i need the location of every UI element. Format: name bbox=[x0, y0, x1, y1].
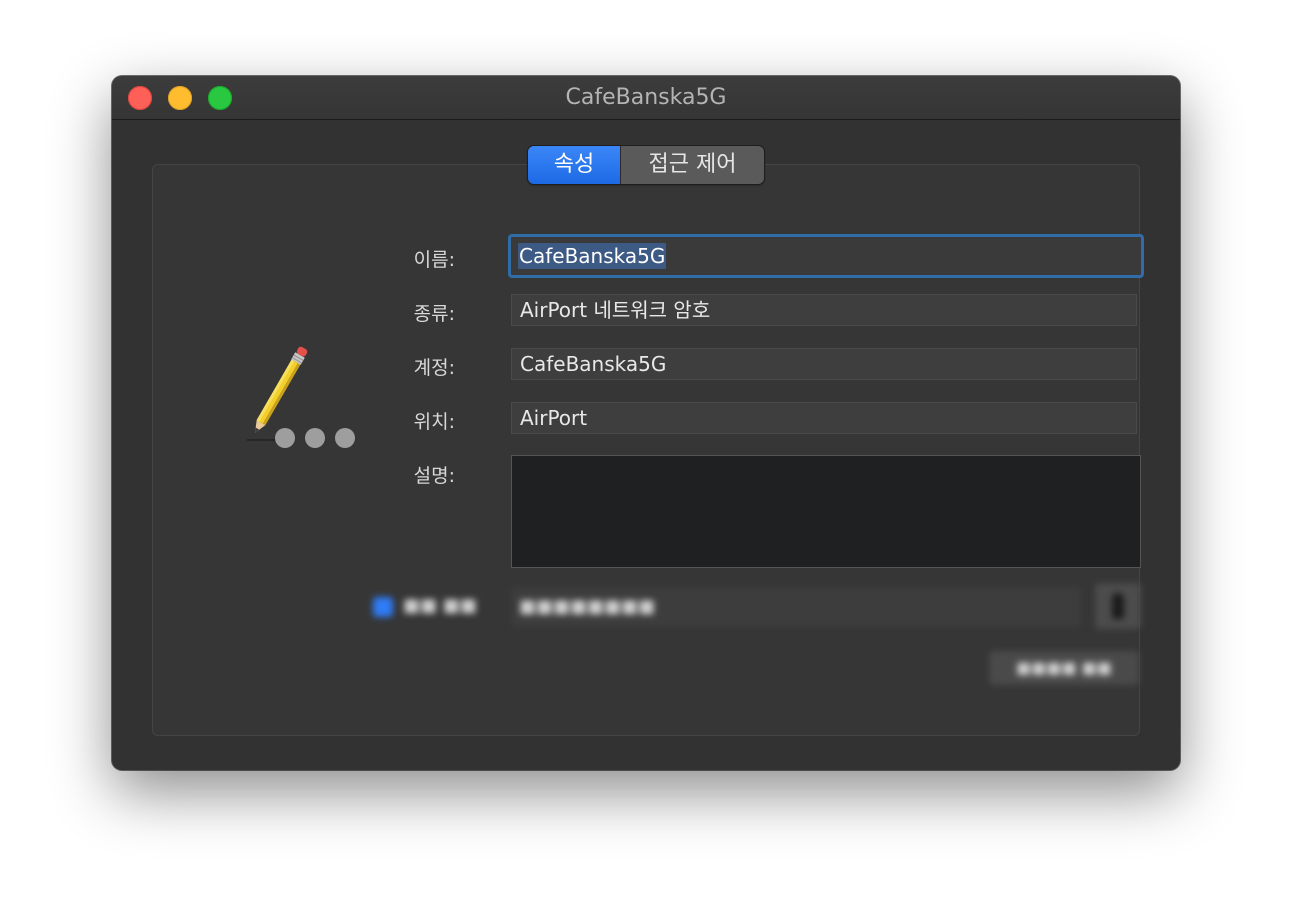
window-title: CafeBanska5G bbox=[565, 85, 727, 110]
tab-attributes[interactable]: 속성 bbox=[528, 146, 620, 184]
name-label: 이름: bbox=[413, 249, 455, 271]
keychain-item-window: CafeBanska5G 이름: CafeBanska5G 종류: AirPor… bbox=[112, 76, 1180, 770]
password-field-redacted[interactable]: ■■■■■■■■ bbox=[511, 587, 1081, 627]
name-field[interactable]: CafeBanska5G bbox=[508, 234, 1144, 278]
show-password-label-redacted: ■■ ■■ bbox=[403, 595, 477, 616]
comments-textarea[interactable] bbox=[511, 455, 1141, 568]
account-field[interactable]: CafeBanska5G bbox=[511, 348, 1137, 380]
title-bar[interactable]: CafeBanska5G bbox=[112, 76, 1180, 120]
tab-control: 속성 접근 제어 bbox=[528, 146, 764, 184]
kind-label: 종류: bbox=[413, 303, 455, 325]
name-field-value: CafeBanska5G bbox=[518, 243, 667, 269]
save-changes-button-redacted[interactable]: ■■■■ ■■ bbox=[989, 651, 1139, 685]
where-label: 위치: bbox=[413, 411, 455, 433]
where-field[interactable]: AirPort bbox=[511, 402, 1137, 434]
account-label: 계정: bbox=[413, 357, 455, 379]
key-icon[interactable] bbox=[1095, 583, 1141, 629]
kind-field[interactable]: AirPort 네트워크 암호 bbox=[511, 294, 1137, 326]
comments-label: 설명: bbox=[413, 465, 455, 487]
tab-access-control[interactable]: 접근 제어 bbox=[620, 146, 764, 184]
tab-content-panel: 이름: CafeBanska5G 종류: AirPort 네트워크 암호 계정:… bbox=[152, 164, 1144, 736]
show-password-checkbox[interactable] bbox=[373, 597, 393, 617]
